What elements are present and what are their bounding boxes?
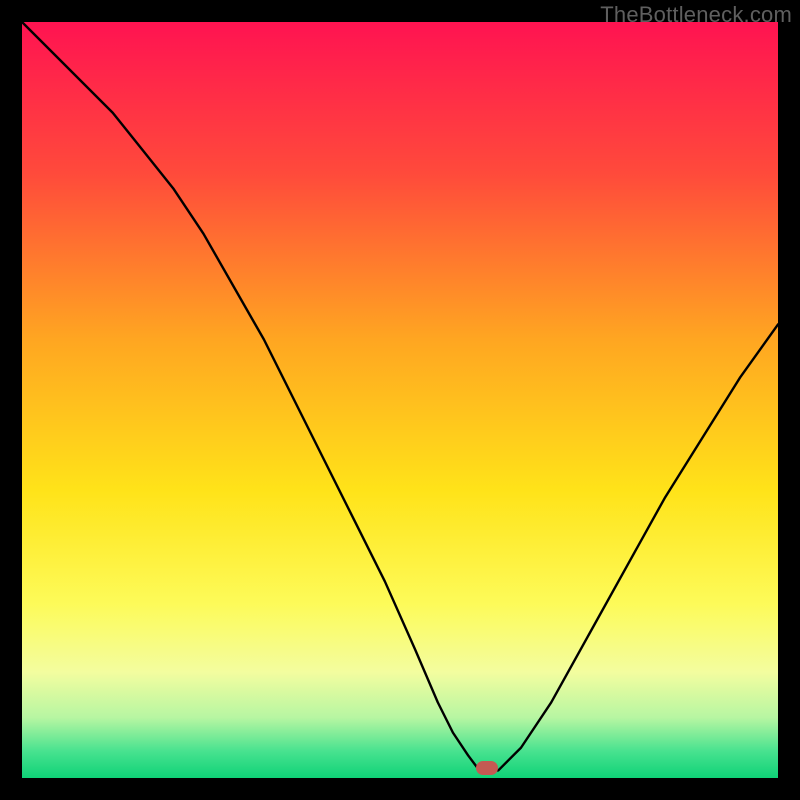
watermark-text: TheBottleneck.com [600, 2, 792, 28]
plot-area [22, 22, 778, 778]
optimal-point-marker [476, 761, 498, 775]
chart-frame: TheBottleneck.com [0, 0, 800, 800]
bottleneck-curve [22, 22, 778, 778]
